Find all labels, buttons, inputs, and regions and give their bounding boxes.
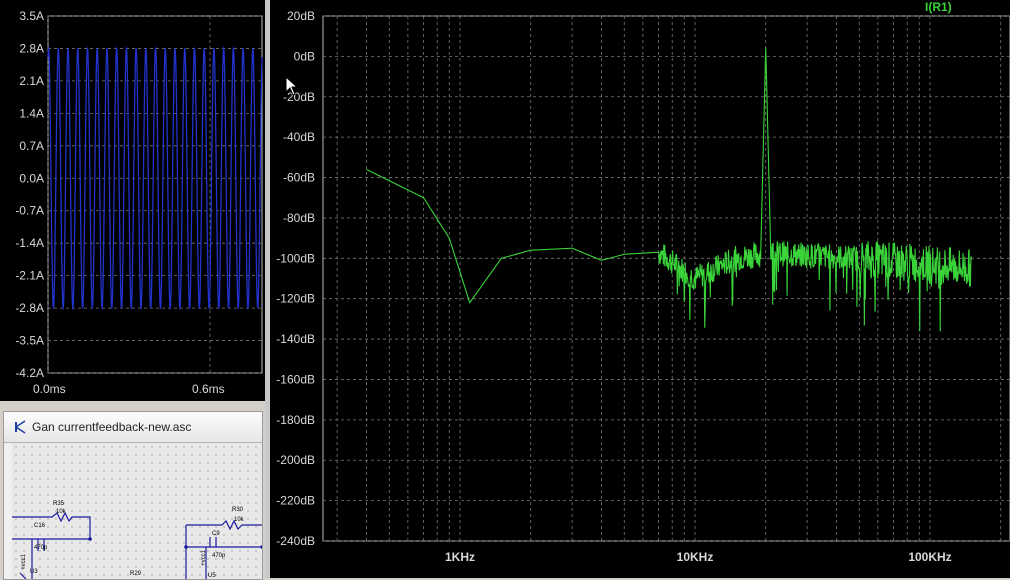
x-tick-label: 0.6ms [192, 382, 225, 396]
schematic-canvas[interactable]: R35 10k C16 470p U3 R30 10k C9 470p R29 … [12, 443, 262, 579]
component-label: R35 [53, 501, 65, 507]
y-tick-label: -220dB [276, 494, 315, 508]
transistor-icon [15, 420, 26, 434]
component-label: U5 [208, 573, 216, 579]
y-tick-label: 20dB [287, 9, 315, 23]
y-tick-label: -60dB [283, 171, 315, 185]
y-tick-label: -4.2A [15, 366, 44, 380]
y-tick-label: -0.7A [15, 204, 44, 218]
y-tick-label: -160dB [276, 372, 315, 386]
component-label: +vcc1 [20, 554, 27, 570]
component-label: R29 [130, 571, 142, 577]
y-tick-label: -240dB [276, 534, 315, 548]
y-tick-label: -120dB [276, 292, 315, 306]
time-domain-plot[interactable]: 3.5A 2.8A 2.1A 1.4A 0.7A 0.0A -0.7A -1.4A -2.1A -… [0, 0, 265, 401]
x-tick-label: 0.0ms [33, 382, 66, 396]
y-tick-label: -80dB [283, 211, 315, 225]
component-label: U3 [30, 569, 38, 575]
x-tick-label: 100KHz [908, 550, 951, 564]
pane-gap [0, 401, 265, 411]
y-tick-label: 2.1A [19, 74, 44, 88]
component-label: 10k [234, 517, 244, 523]
y-tick-label: -3.5A [15, 334, 44, 348]
y-tick-label: 0.0A [19, 171, 44, 185]
y-tick-label: -40dB [283, 130, 315, 144]
y-tick-label: -100dB [276, 251, 315, 265]
y-tick-label: -180dB [276, 413, 315, 427]
fft-chart: 20dB0dB-20dB-40dB-60dB-80dB-100dB-120dB-… [276, 9, 1010, 564]
y-tick-label: 0.7A [19, 139, 44, 153]
schematic-window[interactable]: Gan currentfeedback-new.asc R35 10k C16 … [3, 411, 263, 580]
y-tick-label: 3.5A [19, 9, 44, 23]
component-label: C16 [34, 523, 46, 529]
y-tick-label: -2.8A [15, 301, 44, 315]
y-tick-label: -1.4A [15, 236, 44, 250]
mouse-cursor-icon [285, 76, 299, 96]
component-label: 10k [56, 509, 66, 515]
component-label: R30 [232, 507, 244, 513]
y-tick-label: 0dB [294, 49, 315, 63]
component-label: 470p [34, 545, 48, 551]
component-label: +vcc1 [200, 550, 207, 566]
x-tick-label: 10KHz [677, 550, 714, 564]
y-tick-label: 1.4A [19, 106, 44, 120]
y-tick-label: -2.1A [15, 269, 44, 283]
y-tick-label: -200dB [276, 453, 315, 467]
trace-label[interactable]: I(R1) [925, 0, 952, 14]
schematic-titlebar[interactable]: Gan currentfeedback-new.asc [4, 412, 262, 443]
x-tick-label: 1KHz [445, 550, 475, 564]
schematic-title: Gan currentfeedback-new.asc [32, 420, 192, 434]
frequency-domain-plot[interactable]: 20dB 0dB -20dB -40dB -60dB -80dB -100dB -120dB -… [270, 0, 1010, 578]
component-label: C9 [212, 531, 220, 537]
y-tick-label: -140dB [276, 332, 315, 346]
y-tick-label: 2.8A [19, 41, 44, 55]
component-label: 470p [212, 553, 226, 559]
fft-trace [366, 47, 972, 332]
time-domain-chart: 3.5A 2.8A 2.1A 1.4A 0.7A 0.0A -0.7A -1.4A -2.1A -… [15, 9, 263, 396]
